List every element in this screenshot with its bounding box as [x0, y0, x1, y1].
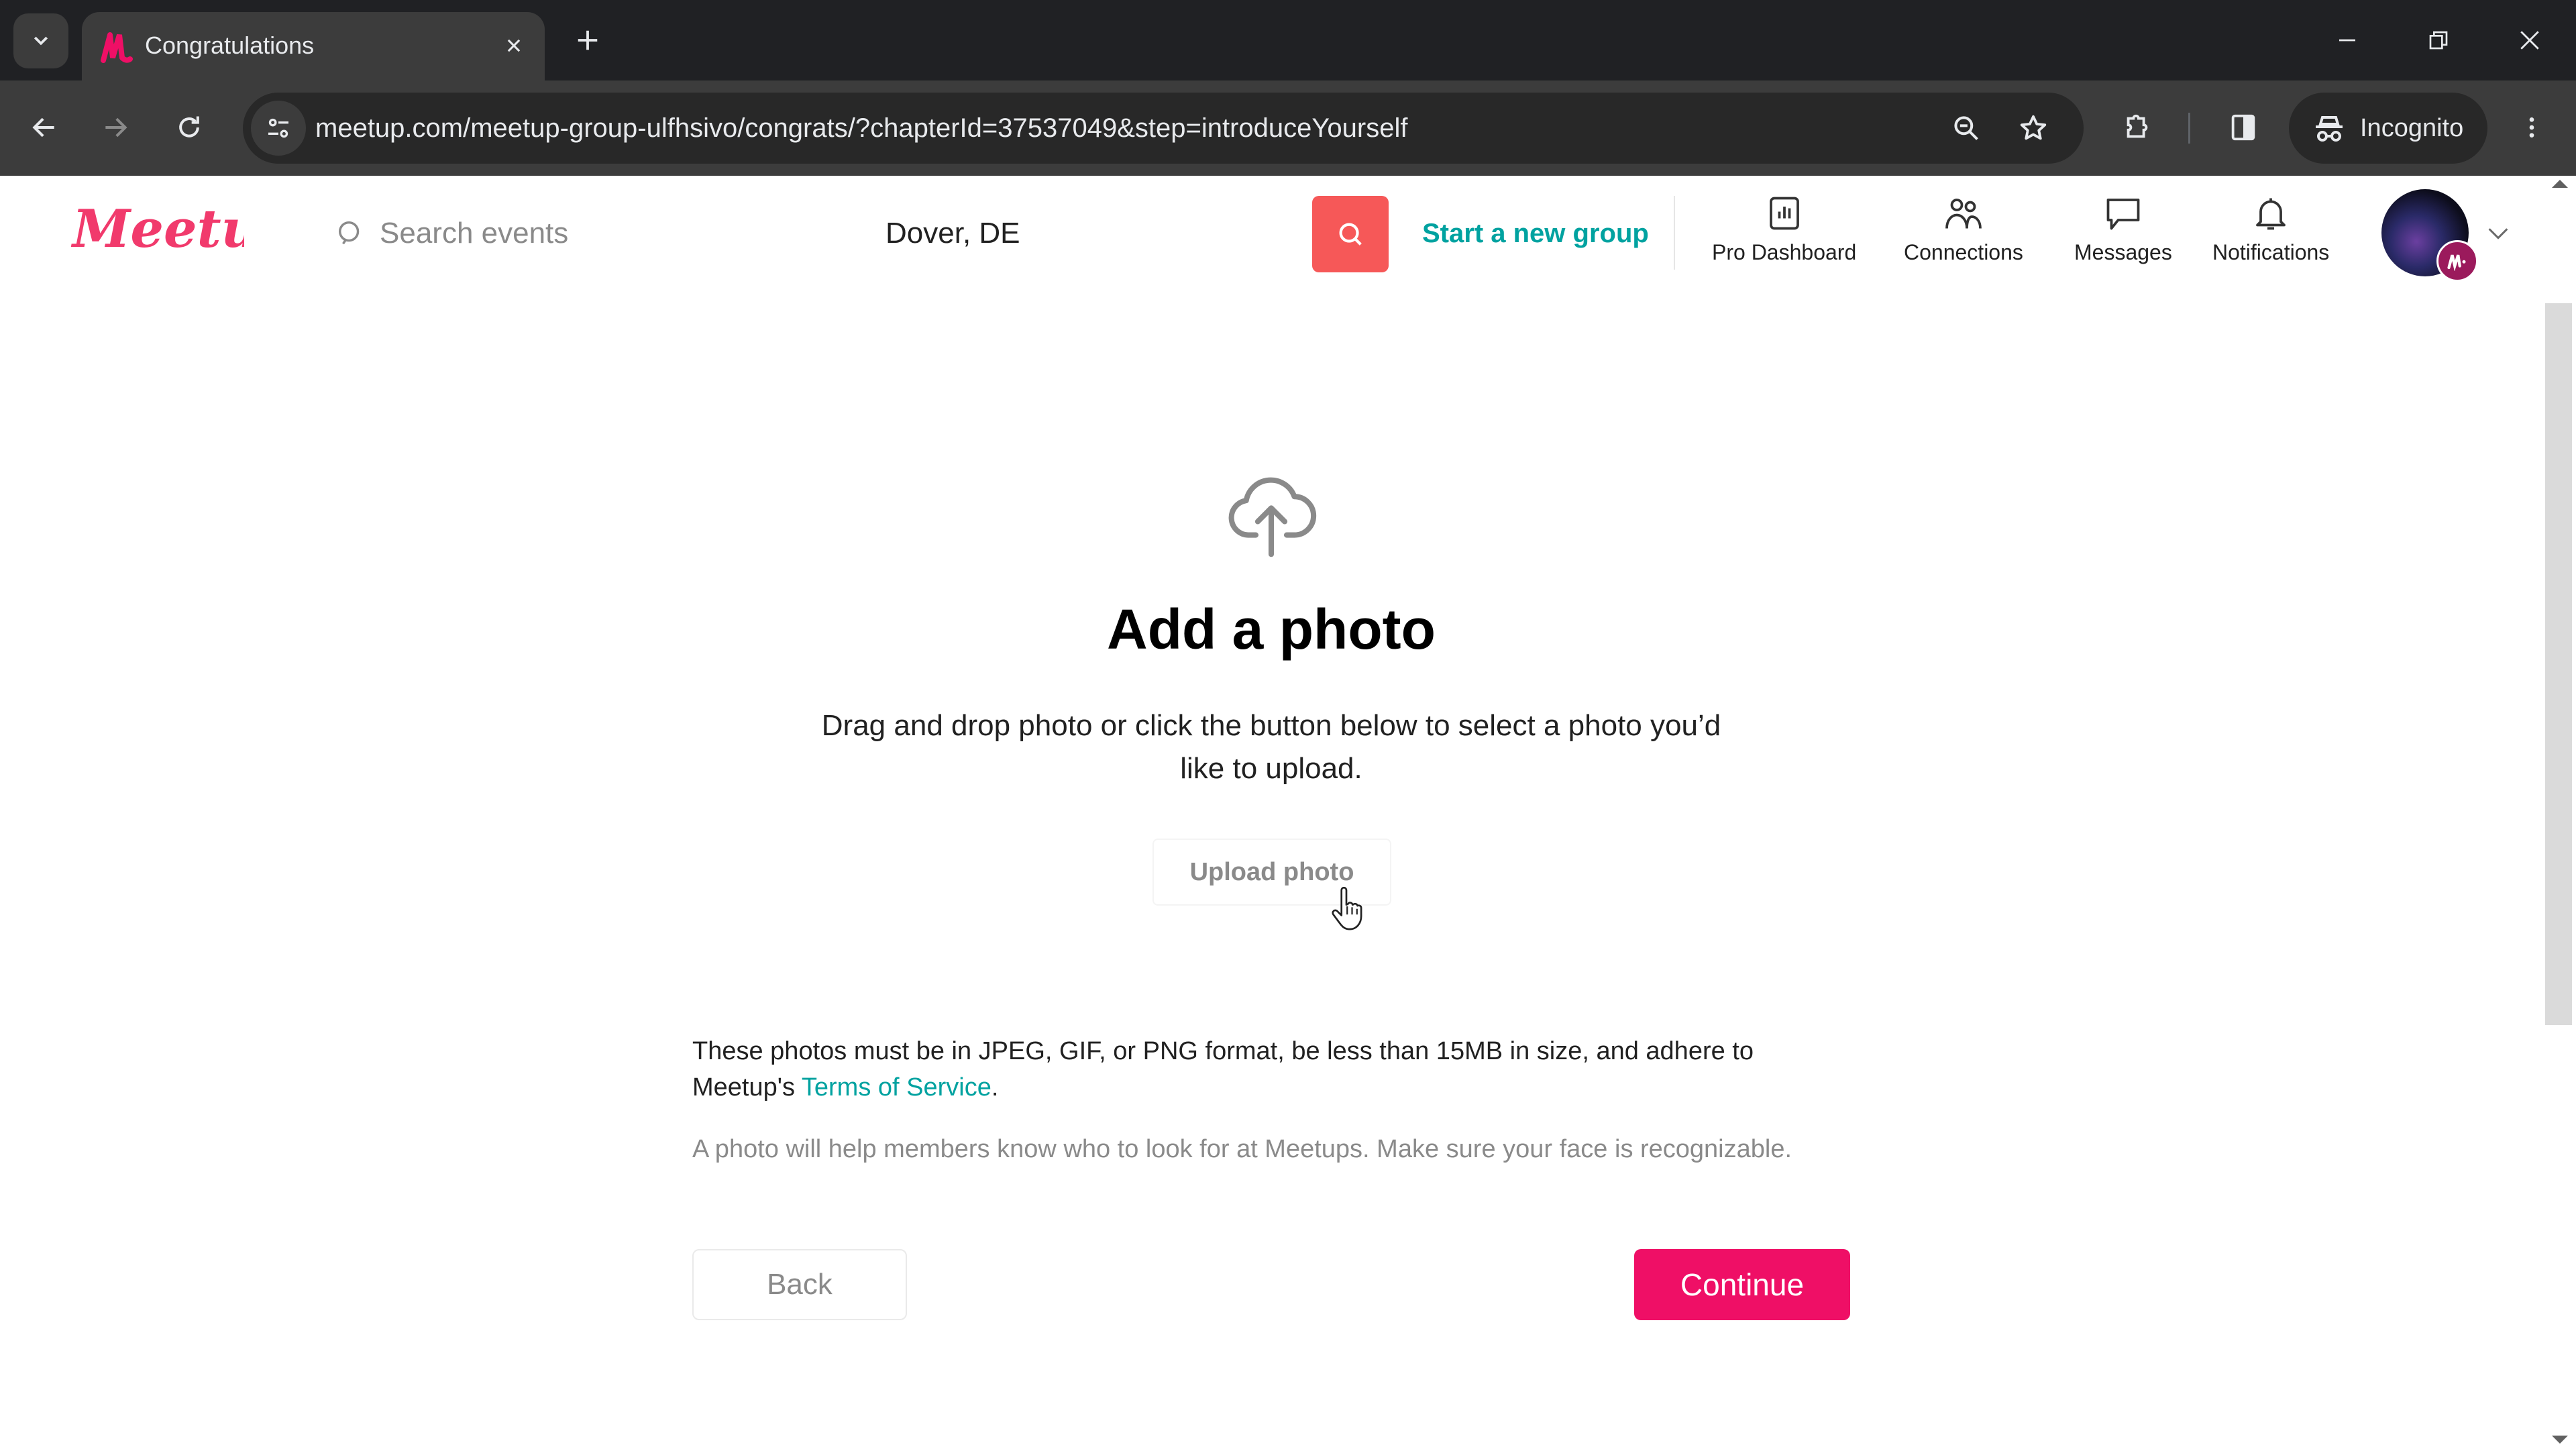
close-icon — [507, 39, 521, 52]
zoom-out-icon — [1954, 116, 1978, 140]
meetup-logo[interactable]: Meetup — [70, 199, 244, 272]
browser-tab-bar: Congratulations — [0, 0, 2576, 80]
tune-icon — [268, 118, 288, 138]
url-text[interactable]: meetup.com/meetup-group-ulfhsivo/congrat… — [315, 93, 1407, 164]
incognito-label: Incognito — [2360, 113, 2464, 142]
browser-toolbar: meetup.com/meetup-group-ulfhsivo/congrat… — [0, 80, 2576, 176]
back-nav-button[interactable] — [16, 99, 72, 156]
page-title: Add a photo — [1107, 598, 1436, 661]
browser-menu-button[interactable] — [2505, 101, 2559, 154]
nav-label: Connections — [1904, 240, 2023, 264]
nav-connections[interactable]: Connections — [1904, 193, 2023, 274]
nav-label: Notifications — [2212, 240, 2330, 264]
side-panel-icon — [2231, 114, 2255, 141]
tab-search-button[interactable] — [13, 13, 68, 68]
page-scrollbar[interactable] — [2542, 176, 2576, 1449]
nav-label: Pro Dashboard — [1712, 240, 1857, 264]
zoom-button[interactable] — [1944, 106, 1988, 150]
chat-bubble-icon — [2106, 199, 2140, 230]
restore-button[interactable] — [2402, 13, 2475, 67]
bookmark-button[interactable] — [2011, 106, 2055, 150]
browser-tab-active[interactable]: Congratulations — [82, 12, 545, 80]
people-icon — [1945, 199, 1982, 229]
chevron-down-icon — [34, 36, 48, 46]
new-tab-button[interactable] — [568, 20, 608, 60]
start-new-group-link[interactable]: Start a new group — [1422, 207, 1649, 260]
meetup-favicon-icon — [101, 32, 133, 63]
location-field[interactable]: Dover, DE — [885, 207, 1020, 260]
minimize-button[interactable] — [2310, 13, 2384, 67]
plus-icon — [578, 30, 598, 50]
search-icon — [1339, 223, 1362, 246]
back-button[interactable]: Back — [692, 1249, 907, 1320]
photo-requirements: These photos must be in JPEG, GIF, or PN… — [692, 1033, 1860, 1106]
star-icon — [2020, 115, 2047, 140]
requirements-end: . — [991, 1073, 999, 1102]
search-events-input[interactable] — [380, 217, 849, 250]
close-icon — [2520, 31, 2539, 50]
arrow-right-icon — [105, 117, 127, 138]
site-info-button[interactable] — [251, 101, 306, 156]
search-icon — [338, 221, 360, 245]
scroll-thumb[interactable] — [2545, 303, 2572, 1025]
scroll-down-arrow-icon[interactable] — [2552, 1436, 2568, 1444]
tab-close-button[interactable] — [495, 27, 533, 64]
logo-text: Meetup — [70, 199, 244, 260]
tab-title: Congratulations — [145, 32, 315, 59]
search-submit-button[interactable] — [1312, 196, 1389, 272]
nav-messages[interactable]: Messages — [2074, 193, 2172, 274]
more-vertical-icon — [2529, 117, 2534, 138]
restore-icon — [2429, 31, 2448, 50]
bar-chart-icon — [1769, 197, 1799, 230]
reload-button[interactable] — [161, 99, 217, 156]
reload-icon — [179, 116, 199, 138]
chevron-down-icon — [2488, 228, 2508, 239]
extensions-button[interactable] — [2110, 101, 2164, 154]
toolbar-separator — [2188, 113, 2190, 144]
profile-menu-toggle[interactable] — [2482, 217, 2514, 250]
window-close-button[interactable] — [2493, 13, 2567, 67]
photo-hint: A photo will help members know who to lo… — [692, 1135, 1792, 1163]
nav-label: Messages — [2074, 240, 2172, 264]
puzzle-icon — [2127, 114, 2148, 138]
bell-icon — [2256, 198, 2286, 230]
cloud-upload-icon — [1228, 477, 1317, 557]
meetup-plus-badge — [2436, 240, 2478, 282]
address-bar[interactable]: meetup.com/meetup-group-ulfhsivo/congrat… — [243, 93, 2084, 164]
side-panel-button[interactable] — [2216, 101, 2270, 154]
header-divider — [1674, 196, 1675, 270]
scroll-up-arrow-icon[interactable] — [2552, 180, 2568, 188]
hand-pointer-cursor-icon — [1332, 887, 1362, 930]
site-header: Meetup Dover, DE Start a new group Pro D… — [0, 176, 2542, 290]
incognito-profile-button[interactable]: Incognito — [2289, 93, 2487, 164]
meetup-m-icon — [2447, 254, 2466, 271]
incognito-icon — [2316, 116, 2343, 142]
terms-of-service-link[interactable]: Terms of Service — [802, 1073, 991, 1102]
nav-notifications[interactable]: Notifications — [2212, 193, 2329, 274]
search-events-field[interactable] — [335, 207, 849, 260]
nav-pro-dashboard[interactable]: Pro Dashboard — [1712, 193, 1856, 274]
arrow-left-icon — [32, 117, 54, 138]
forward-nav-button[interactable] — [87, 99, 144, 156]
continue-button[interactable]: Continue — [1634, 1249, 1850, 1320]
upload-instructions: Drag and drop photo or click the button … — [821, 709, 1721, 785]
minimize-icon — [2339, 39, 2355, 42]
